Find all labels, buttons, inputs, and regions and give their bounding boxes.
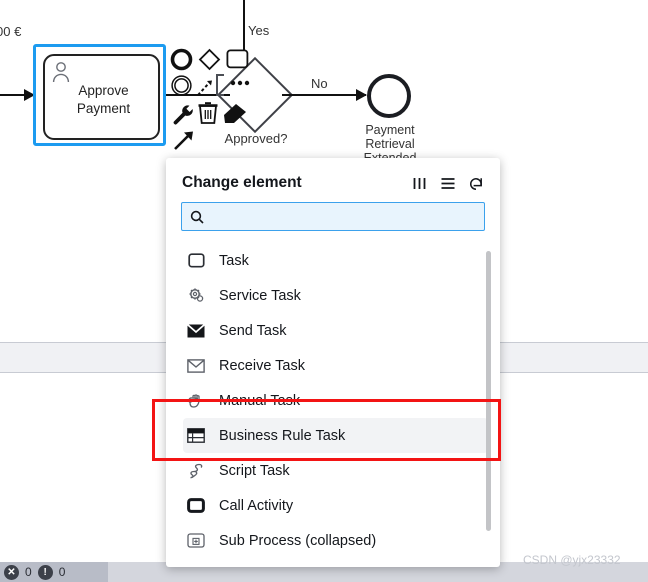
- end-event[interactable]: [367, 74, 411, 118]
- paint-brush-icon[interactable]: [222, 102, 248, 126]
- list-view-icon[interactable]: [439, 175, 456, 192]
- list-item-label: Script Task: [219, 463, 290, 479]
- end-event-circle-icon[interactable]: [170, 48, 193, 71]
- list-item-label: Task: [219, 253, 249, 269]
- list-item-label: Call Activity: [219, 498, 293, 514]
- search-box[interactable]: [181, 202, 485, 231]
- popup-header-actions[interactable]: [411, 175, 484, 192]
- search-icon: [190, 210, 204, 224]
- gear-icon: [185, 286, 207, 306]
- search-wrapper: [166, 202, 500, 231]
- user-icon: [51, 61, 71, 83]
- task-icon: [185, 251, 207, 271]
- price-label: 00 €: [0, 24, 21, 39]
- element-list[interactable]: Task Service Task: [166, 243, 500, 563]
- no-flow-label: No: [311, 76, 328, 91]
- scrollbar-thumb[interactable]: [486, 251, 491, 531]
- error-count: 0: [25, 565, 32, 579]
- warning-icon: !: [38, 565, 53, 580]
- list-item-manual-task[interactable]: Manual Task: [183, 383, 488, 418]
- change-element-popup[interactable]: Change element: [166, 158, 500, 567]
- list-item-label: Sub Process (collapsed): [219, 533, 376, 549]
- yes-flow-label: Yes: [248, 23, 269, 38]
- list-item-label: Manual Task: [219, 393, 300, 409]
- intermediate-event-icon[interactable]: [170, 74, 193, 97]
- app-root: 00 € Approve Payment Approved? Yes: [0, 0, 648, 582]
- gateway-diamond-icon[interactable]: [198, 48, 221, 71]
- table-icon: [185, 426, 207, 446]
- list-item-label: Business Rule Task: [219, 428, 345, 444]
- trash-icon[interactable]: [197, 101, 219, 125]
- list-item-label: Service Task: [219, 288, 301, 304]
- columns-view-icon[interactable]: [411, 175, 428, 192]
- script-icon: [185, 461, 207, 481]
- hand-icon: [185, 391, 207, 411]
- more-options-icon[interactable]: [228, 77, 252, 89]
- task-label: Approve Payment: [45, 82, 162, 118]
- list-item-label: Receive Task: [219, 358, 305, 374]
- list-item-service-task[interactable]: Service Task: [183, 278, 488, 313]
- list-item-sub-process-collapsed[interactable]: Sub Process (collapsed): [183, 523, 488, 558]
- no-flow-line: [282, 94, 366, 96]
- list-item-label: Send Task: [219, 323, 286, 339]
- envelope-outline-icon: [185, 356, 207, 376]
- popup-header: Change element: [166, 158, 500, 202]
- search-input[interactable]: [210, 203, 476, 230]
- watermark: CSDN @yjx23332: [523, 553, 621, 567]
- list-item-script-task[interactable]: Script Task: [183, 453, 488, 488]
- call-activity-icon: [185, 496, 207, 516]
- list-item-call-activity[interactable]: Call Activity: [183, 488, 488, 523]
- user-task-approve-payment[interactable]: Approve Payment: [33, 44, 166, 146]
- list-item-receive-task[interactable]: Receive Task: [183, 348, 488, 383]
- reset-icon[interactable]: [467, 175, 484, 192]
- envelope-filled-icon: [185, 321, 207, 341]
- connect-arrow-icon[interactable]: [172, 130, 196, 152]
- popup-scrollbar[interactable]: [486, 243, 491, 563]
- sub-process-icon: [185, 531, 207, 551]
- list-item-send-task[interactable]: Send Task: [183, 313, 488, 348]
- bracket-icon[interactable]: [213, 73, 227, 97]
- warning-count: 0: [59, 565, 66, 579]
- list-item-business-rule-task[interactable]: Business Rule Task: [183, 418, 488, 453]
- list-item-task[interactable]: Task: [183, 243, 488, 278]
- task-shape: Approve Payment: [43, 54, 160, 140]
- wrench-icon[interactable]: [171, 102, 195, 126]
- incoming-sequence-flow: [0, 94, 34, 96]
- status-bar-counters[interactable]: ✕ 0 ! 0: [0, 562, 108, 582]
- error-icon: ✕: [4, 565, 19, 580]
- task-rounded-rect-icon[interactable]: [226, 49, 249, 69]
- popup-title: Change element: [182, 174, 411, 192]
- context-pad[interactable]: [170, 44, 274, 148]
